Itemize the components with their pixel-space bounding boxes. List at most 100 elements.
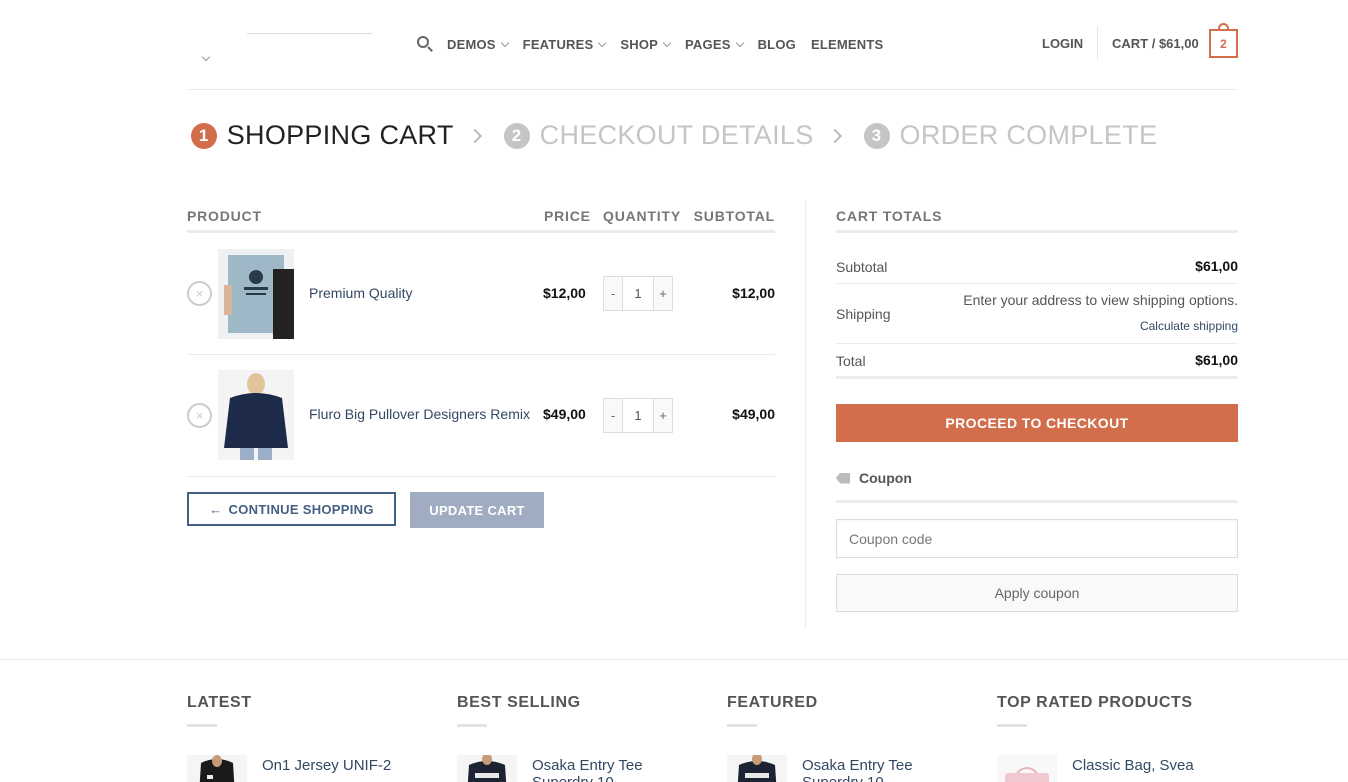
widget-product-name[interactable]: Classic Bag, Svea: [1072, 757, 1194, 774]
qty-minus-button[interactable]: -: [603, 276, 623, 311]
bag-handle-icon: [1218, 23, 1229, 31]
widget-product-item[interactable]: Osaka Entry Tee Superdry 10: [457, 755, 697, 782]
table-row: × Fluro Big Pullover Designers Remix $49…: [187, 355, 775, 477]
product-price: $49,00: [543, 406, 586, 422]
totals-bottom-line: [836, 376, 1238, 379]
widget-product-name[interactable]: Osaka Entry Tee: [532, 757, 643, 774]
site-header: DEMOS FEATURES SHOP PAGES BLOG ELEMENTS …: [187, 0, 1238, 90]
widget-product-thumbnail[interactable]: [997, 755, 1057, 782]
widget-product-item[interactable]: Classic Bag, Svea: [997, 755, 1237, 782]
logo-line: [247, 33, 372, 34]
proceed-to-checkout-button[interactable]: PROCEED TO CHECKOUT: [836, 404, 1238, 442]
step-label: ORDER COMPLETE: [899, 120, 1158, 150]
nav-demos[interactable]: DEMOS: [447, 37, 509, 52]
quantity-stepper: - +: [603, 276, 683, 311]
chevron-down-icon: [500, 38, 509, 47]
coupon-code-input[interactable]: [836, 519, 1238, 558]
totals-header-line: [836, 230, 1238, 233]
quantity-stepper: - +: [603, 398, 683, 433]
chevron-right-icon: [827, 128, 842, 143]
step-order-complete: 3 ORDER COMPLETE: [863, 120, 1158, 151]
widget-best-selling: BEST SELLING Osaka Entry Tee Superdry 10: [457, 694, 697, 782]
shipping-note: Enter your address to view shipping opti…: [963, 292, 1238, 308]
shipping-label: Shipping: [836, 306, 891, 322]
header-divider: [1097, 26, 1098, 60]
widget-product-name-line2[interactable]: Superdry 10: [532, 774, 614, 782]
nav-features[interactable]: FEATURES: [522, 36, 607, 52]
step-label: CHECKOUT DETAILS: [539, 120, 814, 150]
subtotal-value: $61,00: [1195, 258, 1238, 274]
remove-item-button[interactable]: ×: [187, 403, 212, 428]
site-logo[interactable]: [187, 22, 377, 68]
nav-pages[interactable]: PAGES: [685, 37, 744, 52]
total-label: Total: [836, 353, 866, 369]
qty-plus-button[interactable]: +: [653, 398, 673, 433]
widget-title: BEST SELLING: [457, 694, 581, 711]
cart-totals-title: CART TOTALS: [836, 208, 943, 224]
nav-features-label: FEATURES: [522, 36, 594, 52]
widget-featured: FEATURED Osaka Entry Tee Superdry 10: [727, 694, 967, 782]
step-number: 1: [190, 122, 217, 149]
product-thumbnail[interactable]: [218, 370, 294, 460]
nav-blog-label: BLOG: [757, 36, 796, 52]
step-number: 3: [863, 122, 890, 149]
calculate-shipping-link[interactable]: Calculate shipping: [1140, 319, 1238, 333]
coupon-heading: Coupon: [836, 470, 912, 486]
nav-shop-label: SHOP: [620, 36, 659, 52]
totals-separator: [836, 343, 1238, 344]
widget-product-name[interactable]: On1 Jersey UNIF-2: [262, 757, 391, 774]
apply-coupon-button[interactable]: Apply coupon: [836, 574, 1238, 612]
continue-shopping-button[interactable]: ← CONTINUE SHOPPING: [187, 492, 396, 526]
tag-icon: [836, 472, 850, 484]
widget-latest: LATEST On1 Jersey UNIF-2: [187, 694, 427, 782]
update-cart-button[interactable]: UPDATE CART: [410, 492, 544, 528]
checkout-steps: 1 SHOPPING CART 2 CHECKOUT DETAILS 3 ORD…: [0, 120, 1348, 151]
cart-count: 2: [1220, 36, 1227, 51]
table-row: × Premium Quality $12,00 - + $12,00: [187, 233, 775, 355]
nav-elements-label: ELEMENTS: [810, 36, 884, 52]
product-name-link[interactable]: Premium Quality: [309, 285, 412, 301]
main-nav: DEMOS FEATURES SHOP PAGES BLOG ELEMENTS: [417, 33, 898, 55]
arrow-left-icon: ←: [209, 501, 223, 517]
widget-product-item[interactable]: On1 Jersey UNIF-2: [187, 755, 427, 782]
widget-title: FEATURED: [727, 694, 818, 711]
header-quantity: QUANTITY: [603, 208, 681, 224]
widget-title-bar: [457, 724, 487, 727]
qty-plus-button[interactable]: +: [653, 276, 673, 311]
login-link[interactable]: LOGIN: [1042, 36, 1083, 51]
nav-blog[interactable]: BLOG: [758, 37, 796, 52]
chevron-down-icon: [662, 38, 672, 47]
search-icon[interactable]: [417, 36, 433, 52]
widget-product-name[interactable]: Osaka Entry Tee: [802, 757, 913, 774]
chevron-down-icon: [598, 38, 607, 47]
footer-widgets: LATEST On1 Jersey UNIF-2 BEST SELLING Os…: [0, 659, 1348, 782]
remove-item-button[interactable]: ×: [187, 281, 212, 306]
cart-count-badge[interactable]: 2: [1209, 23, 1238, 58]
widget-title: TOP RATED PRODUCTS: [997, 694, 1193, 711]
widget-title-bar: [997, 724, 1027, 727]
product-name-link[interactable]: Fluro Big Pullover Designers Remix: [309, 406, 530, 422]
cart-link[interactable]: CART / $61,00: [1112, 36, 1199, 51]
widget-product-item[interactable]: Osaka Entry Tee Superdry 10: [727, 755, 967, 782]
qty-input[interactable]: [623, 276, 653, 311]
widget-title-bar: [187, 724, 217, 727]
totals-separator: [836, 283, 1238, 284]
column-divider: [805, 200, 806, 628]
widget-product-thumbnail[interactable]: [727, 755, 787, 782]
qty-minus-button[interactable]: -: [603, 398, 623, 433]
product-subtotal: $12,00: [732, 285, 775, 301]
step-shopping-cart[interactable]: 1 SHOPPING CART: [190, 120, 454, 151]
step-label: SHOPPING CART: [226, 120, 454, 150]
widget-product-name-line2[interactable]: Superdry 10: [802, 774, 884, 782]
qty-input[interactable]: [623, 398, 653, 433]
widget-product-thumbnail[interactable]: [457, 755, 517, 782]
step-checkout-details[interactable]: 2 CHECKOUT DETAILS: [503, 120, 814, 151]
nav-shop[interactable]: SHOP: [620, 36, 672, 52]
product-thumbnail[interactable]: [218, 249, 294, 339]
nav-elements[interactable]: ELEMENTS: [811, 37, 883, 52]
subtotal-label: Subtotal: [836, 259, 888, 275]
widget-title: LATEST: [187, 694, 252, 711]
coupon-title: Coupon: [859, 470, 912, 486]
widget-product-thumbnail[interactable]: [187, 755, 247, 782]
total-value: $61,00: [1195, 352, 1238, 368]
